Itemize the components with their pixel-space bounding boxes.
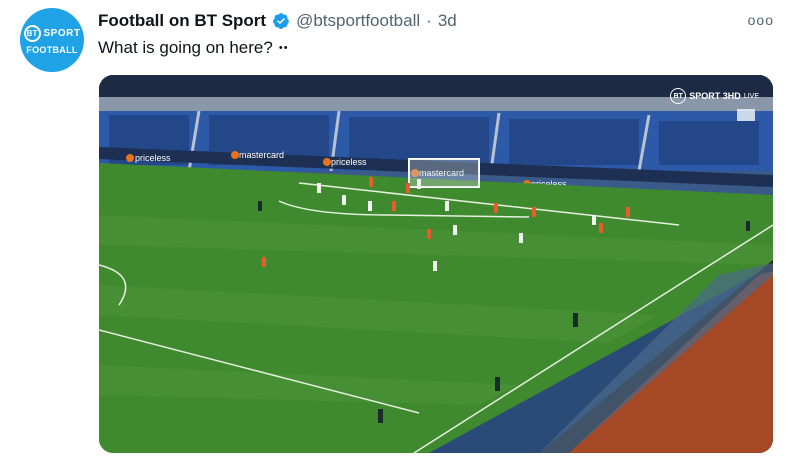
football-pitch-image: priceless mastercard priceless mastercar… — [99, 75, 773, 453]
broadcast-bt-text: BT — [670, 88, 687, 104]
tweet-media-image[interactable]: priceless mastercard priceless mastercar… — [99, 75, 773, 453]
eyes-emoji-icon: •• — [278, 42, 289, 54]
broadcast-logo: BT SPORT 3HD LIVE — [670, 88, 759, 104]
display-name[interactable]: Football on BT Sport — [98, 11, 266, 31]
separator-dot: · — [426, 11, 432, 30]
ad-board-text: priceless — [331, 157, 367, 167]
broadcast-channel: SPORT 3HD — [689, 91, 741, 101]
tweet[interactable]: BT SPORT FOOTBALL Football on BT Sport @… — [0, 0, 800, 464]
broadcast-live: LIVE — [743, 92, 759, 100]
tweet-text: What is going on here? •• — [98, 38, 289, 58]
ad-board-text: priceless — [135, 153, 171, 163]
scoreboard-box — [737, 109, 755, 121]
avatar-bt-text: BT — [23, 25, 41, 42]
avatar-football-text: FOOTBALL — [26, 45, 78, 55]
verified-badge-icon — [273, 13, 289, 29]
avatar[interactable]: BT SPORT FOOTBALL — [20, 8, 84, 72]
bt-sport-logo: BT SPORT — [23, 25, 81, 42]
tweet-text-content: What is going on here? — [98, 38, 273, 57]
tweet-header: Football on BT Sport @btsportfootball · … — [98, 9, 457, 33]
avatar-sport-text: SPORT — [43, 28, 81, 39]
ad-board-text: mastercard — [239, 150, 284, 160]
timestamp[interactable]: 3d — [438, 11, 457, 31]
more-options-icon[interactable]: ooo — [748, 12, 774, 28]
user-handle[interactable]: @btsportfootball — [296, 11, 420, 31]
